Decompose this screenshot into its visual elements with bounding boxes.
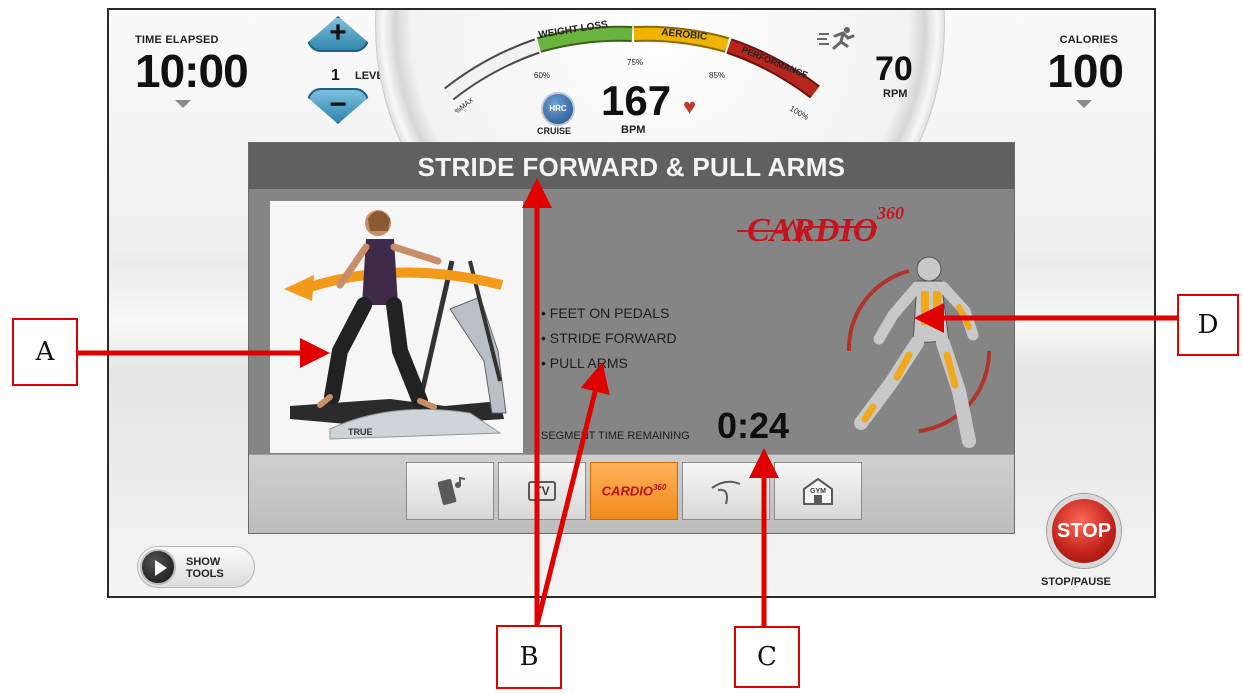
- stop-button[interactable]: STOP: [1047, 494, 1121, 568]
- gym-icon: GYM: [803, 477, 833, 505]
- exercise-panel: STRIDE FORWARD & PULL ARMS TRUE • FEET O…: [248, 142, 1015, 534]
- instruction-list: • FEET ON PEDALS • STRIDE FORWARD • PULL…: [541, 301, 677, 376]
- instruction-item: • PULL ARMS: [541, 355, 628, 371]
- bpm-value: 167: [601, 77, 672, 124]
- phone-music-icon: [437, 476, 466, 505]
- machine-brand: TRUE: [348, 427, 373, 437]
- play-icon: [140, 549, 176, 585]
- runner-speed-icon[interactable]: [817, 26, 857, 52]
- instruction-item: • STRIDE FORWARD: [541, 330, 677, 346]
- rpm-label: RPM: [883, 88, 908, 100]
- calories-dropdown-icon[interactable]: [1076, 100, 1092, 108]
- gym-icon-label: GYM: [810, 488, 826, 495]
- cardio360-tray-logo-text: CARDIO: [601, 483, 653, 499]
- callout-b: B: [496, 625, 562, 689]
- cardio360-tray-logo-sup: 360: [652, 483, 667, 493]
- cardio360-logo-sup: 360: [876, 203, 904, 223]
- tray-course-button[interactable]: [682, 462, 770, 520]
- callout-d: D: [1177, 294, 1239, 356]
- tray-gym-button[interactable]: GYM: [774, 462, 862, 520]
- segment-time-value: 0:24: [717, 405, 790, 446]
- tv-icon: TV: [528, 481, 556, 501]
- exercise-photo: TRUE: [270, 201, 523, 453]
- tick-85: 85%: [709, 71, 725, 80]
- tray-cardio360-button[interactable]: CARDIO360: [590, 462, 678, 520]
- cruise-label: CRUISE: [537, 126, 572, 136]
- show-tools-label: SHOW TOOLS: [186, 556, 224, 580]
- tick-max: %MAX: [454, 97, 475, 116]
- course-path-icon: [711, 480, 741, 505]
- tray-tv-button[interactable]: TV: [498, 462, 586, 520]
- tray-phone-app-button[interactable]: [406, 462, 494, 520]
- rpm-value: 70: [875, 50, 913, 88]
- calories-value: 100: [1047, 45, 1124, 97]
- muscle-diagram: [846, 256, 992, 448]
- hrc-icon[interactable]: HRC: [541, 92, 575, 126]
- callout-a: A: [12, 318, 78, 386]
- exercise-title: STRIDE FORWARD & PULL ARMS: [249, 143, 1014, 189]
- segment-time-label: SEGMENT TIME REMAINING: [541, 430, 690, 442]
- show-tools-label-line1: SHOW: [186, 556, 221, 568]
- callout-c: C: [734, 626, 800, 688]
- calories[interactable]: CALORIES 100: [1047, 34, 1124, 108]
- bpm-label: BPM: [621, 124, 646, 136]
- stop-pause-label: STOP/PAUSE: [1041, 576, 1111, 588]
- instruction-item: • FEET ON PEDALS: [541, 305, 670, 321]
- cardio360-tray-logo: CARDIO360: [602, 483, 667, 498]
- console-screen: TIME ELAPSED 10:00 + 1 LEVEL − WEIGHT LO…: [107, 8, 1156, 598]
- tick-60: 60%: [534, 71, 550, 80]
- show-tools-button[interactable]: SHOW TOOLS: [137, 546, 255, 588]
- heart-icon: ♥: [683, 94, 697, 119]
- cardio360-logo: CARDIO 360: [737, 203, 904, 249]
- tick-100: 100%: [788, 104, 810, 122]
- app-tray: TV CARDIO360 GYM: [249, 454, 1014, 533]
- tick-75: 75%: [627, 58, 643, 67]
- show-tools-label-line2: TOOLS: [186, 568, 224, 580]
